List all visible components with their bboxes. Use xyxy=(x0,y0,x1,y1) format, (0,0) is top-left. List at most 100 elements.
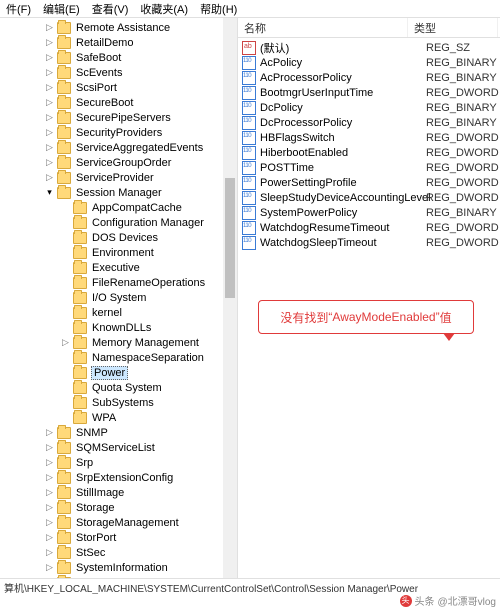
tree-item[interactable]: ▷ StillImage xyxy=(0,485,237,500)
chevron-right-icon[interactable]: ▷ xyxy=(44,502,55,513)
tree-item[interactable]: FileRenameOperations xyxy=(0,275,237,290)
folder-icon xyxy=(57,472,71,484)
tree-item[interactable]: ▷SNMP xyxy=(0,425,237,440)
chevron-right-icon[interactable]: ▷ xyxy=(44,142,55,153)
col-header-type[interactable]: 类型 xyxy=(408,18,498,37)
tree-item[interactable]: ▷ScsiPort xyxy=(0,80,237,95)
tree-item[interactable]: ▷StorPort xyxy=(0,530,237,545)
tree-item-label: StillImage xyxy=(75,487,125,499)
tree-item[interactable]: KnownDLLs xyxy=(0,320,237,335)
folder-icon xyxy=(73,412,87,424)
value-row[interactable]: DcProcessorPolicyREG_BINARY xyxy=(238,115,500,130)
tree-item[interactable]: ▷SecureBoot xyxy=(0,95,237,110)
tree-item[interactable]: ▷SQMServiceList xyxy=(0,440,237,455)
scrollbar-thumb[interactable] xyxy=(225,178,235,298)
values-panel[interactable]: 名称 类型 (默认)REG_SZAcPolicyREG_BINARYAcProc… xyxy=(238,18,500,578)
tree-item[interactable]: Environment xyxy=(0,245,237,260)
tree-item[interactable]: ▷ SrpExtensionConfig xyxy=(0,470,237,485)
tree-item[interactable]: NamespaceSeparation xyxy=(0,350,237,365)
tree-scrollbar[interactable] xyxy=(223,18,237,578)
folder-icon xyxy=(57,97,71,109)
folder-icon xyxy=(57,487,71,499)
chevron-right-icon[interactable]: ▷ xyxy=(44,37,55,48)
tree-item[interactable]: kernel xyxy=(0,305,237,320)
tree-item[interactable]: ▷ServiceGroupOrder xyxy=(0,155,237,170)
tree-item[interactable]: Configuration Manager xyxy=(0,215,237,230)
chevron-right-icon[interactable]: ▷ xyxy=(60,337,71,348)
tree-item[interactable]: ▷ ServiceProvider xyxy=(0,170,237,185)
value-row[interactable]: SystemPowerPolicyREG_BINARY xyxy=(238,205,500,220)
tree-item[interactable]: WPA xyxy=(0,410,237,425)
menu-view[interactable]: 查看(V) xyxy=(92,1,129,17)
chevron-right-icon[interactable]: ▷ xyxy=(44,157,55,168)
tree-item[interactable]: ▷ServiceAggregatedEvents xyxy=(0,140,237,155)
chevron-right-icon[interactable]: ▷ xyxy=(44,487,55,498)
tree-item[interactable]: Power xyxy=(0,365,237,380)
tree-item[interactable]: Executive xyxy=(0,260,237,275)
value-row[interactable]: POSTTimeREG_DWORD xyxy=(238,160,500,175)
tree-item[interactable]: ▾Session Manager xyxy=(0,185,237,200)
chevron-right-icon[interactable]: ▷ xyxy=(44,517,55,528)
tree-item[interactable]: I/O System xyxy=(0,290,237,305)
tree-item[interactable]: ▷RetailDemo xyxy=(0,35,237,50)
chevron-right-icon[interactable]: ▷ xyxy=(44,547,55,558)
chevron-right-icon[interactable]: ▷ xyxy=(44,127,55,138)
chevron-right-icon xyxy=(60,382,71,393)
tree-item[interactable]: ▷SecurityProviders xyxy=(0,125,237,140)
tree-item-label: WPA xyxy=(91,412,117,424)
tree-item[interactable]: ▷Remote Assistance xyxy=(0,20,237,35)
folder-icon xyxy=(73,247,87,259)
folder-icon xyxy=(73,322,87,334)
chevron-right-icon[interactable]: ▷ xyxy=(44,67,55,78)
chevron-right-icon[interactable]: ▷ xyxy=(44,562,55,573)
tree-item[interactable]: ▷StSec xyxy=(0,545,237,560)
value-row[interactable]: HBFlagsSwitchREG_DWORD xyxy=(238,130,500,145)
value-row[interactable]: AcProcessorPolicyREG_BINARY xyxy=(238,70,500,85)
chevron-right-icon[interactable]: ▷ xyxy=(44,427,55,438)
tree-item[interactable]: Quota System xyxy=(0,380,237,395)
value-row[interactable]: (默认)REG_SZ xyxy=(238,40,500,55)
tree-item[interactable]: ▷ScEvents xyxy=(0,65,237,80)
folder-icon xyxy=(73,277,87,289)
tree-item[interactable]: ▷SafeBoot xyxy=(0,50,237,65)
tree-item[interactable]: AppCompatCache xyxy=(0,200,237,215)
tree-item[interactable]: ▷Srp xyxy=(0,455,237,470)
tree-item[interactable]: ▷SystemInformation xyxy=(0,560,237,575)
tree-item-label: ServiceProvider xyxy=(75,172,155,184)
chevron-right-icon[interactable]: ▷ xyxy=(44,22,55,33)
chevron-right-icon[interactable]: ▷ xyxy=(44,172,55,183)
value-row[interactable]: AcPolicyREG_BINARY xyxy=(238,55,500,70)
tree-item[interactable]: DOS Devices xyxy=(0,230,237,245)
value-name: POSTTime xyxy=(260,162,426,174)
value-row[interactable]: SleepStudyDeviceAccountingLevelREG_DWORD xyxy=(238,190,500,205)
col-header-name[interactable]: 名称 xyxy=(238,18,408,37)
chevron-right-icon[interactable]: ▷ xyxy=(44,532,55,543)
menu-edit[interactable]: 编辑(E) xyxy=(43,1,80,17)
chevron-down-icon[interactable]: ▾ xyxy=(44,187,55,198)
tree-panel[interactable]: ▷Remote Assistance▷RetailDemo▷SafeBoot▷S… xyxy=(0,18,238,578)
chevron-right-icon[interactable]: ▷ xyxy=(44,112,55,123)
folder-icon xyxy=(57,112,71,124)
value-row[interactable]: WatchdogSleepTimeoutREG_DWORD xyxy=(238,235,500,250)
chevron-right-icon[interactable]: ▷ xyxy=(44,442,55,453)
tree-item[interactable]: SubSystems xyxy=(0,395,237,410)
value-row[interactable]: PowerSettingProfileREG_DWORD xyxy=(238,175,500,190)
value-row[interactable]: DcPolicyREG_BINARY xyxy=(238,100,500,115)
value-row[interactable]: WatchdogResumeTimeoutREG_DWORD xyxy=(238,220,500,235)
tree-item[interactable]: ▷StorageManagement xyxy=(0,515,237,530)
value-name: BootmgrUserInputTime xyxy=(260,87,426,99)
value-row[interactable]: BootmgrUserInputTimeREG_DWORD xyxy=(238,85,500,100)
tree-item[interactable]: ▷Memory Management xyxy=(0,335,237,350)
menu-favorites[interactable]: 收藏夹(A) xyxy=(140,1,188,17)
chevron-right-icon[interactable]: ▷ xyxy=(44,457,55,468)
tree-item[interactable]: ▷Storage xyxy=(0,500,237,515)
chevron-right-icon[interactable]: ▷ xyxy=(44,97,55,108)
value-row[interactable]: HiberbootEnabledREG_DWORD xyxy=(238,145,500,160)
menu-help[interactable]: 帮助(H) xyxy=(200,1,237,17)
tree-item-label: SrpExtensionConfig xyxy=(75,472,174,484)
chevron-right-icon[interactable]: ▷ xyxy=(44,52,55,63)
chevron-right-icon[interactable]: ▷ xyxy=(44,472,55,483)
tree-item[interactable]: ▷SecurePipeServers xyxy=(0,110,237,125)
menu-file[interactable]: 件(F) xyxy=(6,1,31,17)
chevron-right-icon[interactable]: ▷ xyxy=(44,82,55,93)
